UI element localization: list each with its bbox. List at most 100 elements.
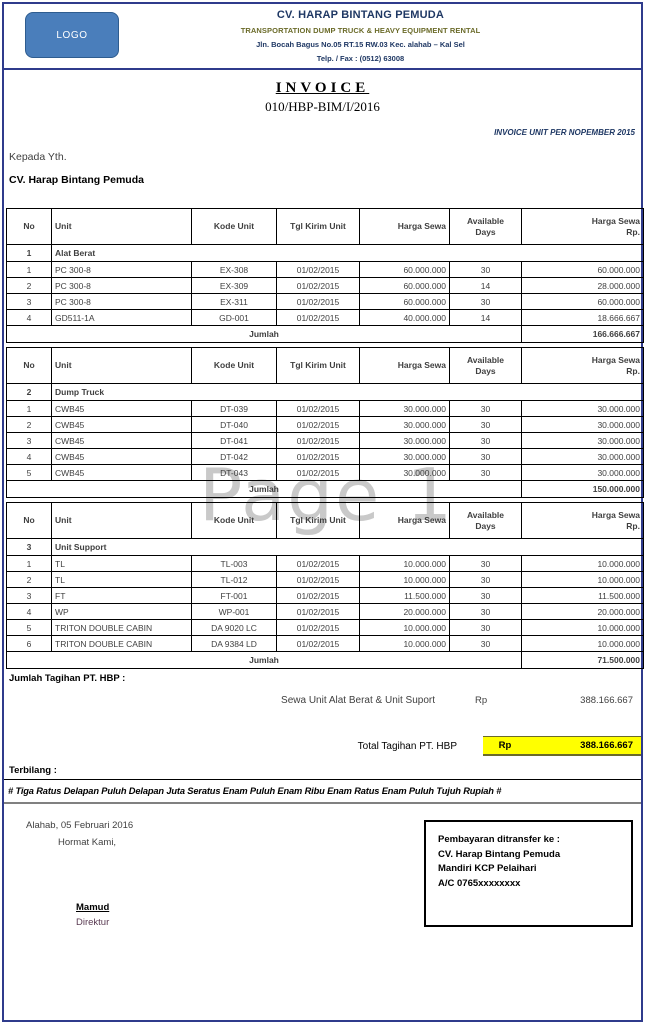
cell-no: 2 (6, 277, 52, 294)
cell-kode-unit: GD-001 (191, 309, 277, 326)
grand-total-label: Total Tagihan PT. HBP (357, 740, 457, 752)
invoice-period: INVOICE UNIT PER NOPEMBER 2015 (494, 128, 635, 137)
company-logo: LOGO (25, 12, 119, 58)
terbilang-text: # Tiga Ratus Delapan Puluh Delapan Juta … (4, 780, 641, 804)
cell-available-days: 30 (449, 464, 522, 481)
document-frame: Page 1 LOGO CV. HARAP BINTANG PEMUDA TRA… (2, 2, 644, 1022)
cell-harga-sewa-total: 30.000.000 (521, 416, 644, 433)
cell-harga-sewa: 60.000.000 (359, 293, 450, 310)
col-tgl-kirim: Tgl Kirim Unit (276, 208, 360, 245)
cell-harga-sewa: 30.000.000 (359, 416, 450, 433)
col-unit: Unit (51, 347, 192, 384)
payment-line-3: Mandiri KCP Pelaihari (438, 863, 537, 875)
cell-unit: CWB45 (51, 448, 192, 465)
cell-harga-sewa: 30.000.000 (359, 400, 450, 417)
section-number: 1 (6, 244, 52, 262)
cell-no: 4 (6, 448, 52, 465)
cell-kode-unit: EX-309 (191, 277, 277, 294)
cell-no: 4 (6, 309, 52, 326)
section-subtotal-row: Jumlah 166.666.667 (6, 325, 644, 343)
cell-unit: CWB45 (51, 432, 192, 449)
cell-harga-sewa: 10.000.000 (359, 635, 450, 652)
section-subtotal-row: Jumlah 71.500.000 (6, 651, 644, 669)
cell-kode-unit: DT-039 (191, 400, 277, 417)
cell-tgl-kirim: 01/02/2015 (276, 619, 360, 636)
cell-harga-sewa-total: 30.000.000 (521, 448, 644, 465)
table-row: 6 TRITON DOUBLE CABIN DA 9384 LD 01/02/2015… (6, 635, 644, 652)
col-harga-sewa: Harga Sewa (359, 208, 450, 245)
cell-no: 1 (6, 261, 52, 278)
invoice-number: 010/HBP-BIM/I/2016 (265, 99, 380, 114)
cell-available-days: 30 (449, 261, 522, 278)
signature-block: Alahab, 05 Februari 2016 Hormat Kami, Ma… (4, 820, 424, 928)
col-tgl-kirim: Tgl Kirim Unit (276, 347, 360, 384)
cell-harga-sewa-total: 20.000.000 (521, 603, 644, 620)
col-harga-sewa: Harga Sewa (359, 347, 450, 384)
table-row: 1 PC 300-8 EX-308 01/02/2015 60.000.000 30 60.… (6, 261, 644, 278)
cell-harga-sewa: 30.000.000 (359, 432, 450, 449)
col-harga-sewa-rp: Harga Sewa Rp. (521, 347, 644, 384)
company-address: Jln. Bocah Bagus No.05 RT.15 RW.03 Kec. … (256, 40, 465, 49)
signer-name: Mamud (76, 902, 110, 913)
cell-available-days: 30 (449, 555, 522, 572)
subtotal-amount: 388.166.667 (580, 695, 633, 706)
regards-text: Hormat Kami, (58, 837, 117, 848)
table-row: 4 WP WP-001 01/02/2015 20.000.000 30 20.000.00… (6, 603, 644, 620)
col-available-days: Available Days (449, 347, 522, 384)
col-harga-sewa-rp: Harga Sewa Rp. (521, 502, 644, 539)
cell-available-days: 30 (449, 432, 522, 449)
table-row: 3 CWB45 DT-041 01/02/2015 30.000.000 30 30.000… (6, 432, 644, 449)
cell-unit: PC 300-8 (51, 293, 192, 310)
cell-harga-sewa: 10.000.000 (359, 555, 450, 572)
cell-harga-sewa: 60.000.000 (359, 261, 450, 278)
cell-harga-sewa-total: 10.000.000 (521, 635, 644, 652)
section-table: 3 Unit Support No Unit Kode Unit Tgl Kirim Un… (6, 502, 644, 669)
payment-line-4: A/C 0765xxxxxxxx (438, 878, 521, 890)
table-row: 3 FT FT-001 01/02/2015 11.500.000 30 11.500.00… (6, 587, 644, 604)
cell-tgl-kirim: 01/02/2015 (276, 309, 360, 326)
cell-harga-sewa-total: 30.000.000 (521, 400, 644, 417)
cell-unit: TL (51, 555, 192, 572)
payment-line-1: Pembayaran ditransfer ke : (438, 834, 560, 845)
cell-available-days: 30 (449, 448, 522, 465)
cell-no: 3 (6, 293, 52, 310)
logo-cell: LOGO (4, 4, 140, 58)
cell-unit: TRITON DOUBLE CABIN (51, 619, 192, 636)
table-row: 5 TRITON DOUBLE CABIN DA 9020 LC 01/02/2015… (6, 619, 644, 636)
cell-harga-sewa: 10.000.000 (359, 571, 450, 588)
cell-kode-unit: DT-042 (191, 448, 277, 465)
table-row: 2 TL TL-012 01/02/2015 10.000.000 30 10.000.00… (6, 571, 644, 588)
cell-tgl-kirim: 01/02/2015 (276, 603, 360, 620)
cell-harga-sewa-total: 60.000.000 (521, 261, 644, 278)
cell-harga-sewa-total: 10.000.000 (521, 619, 644, 636)
cell-harga-sewa: 20.000.000 (359, 603, 450, 620)
company-business-line: TRANSPORTATION DUMP TRUCK & HEAVY EQUIPM… (240, 26, 481, 35)
cell-kode-unit: TL-003 (191, 555, 277, 572)
cell-unit: GD511-1A (51, 309, 192, 326)
jumlah-amount: 71.500.000 (521, 651, 644, 669)
section-title: Dump Truck (51, 383, 644, 401)
cell-tgl-kirim: 01/02/2015 (276, 448, 360, 465)
col-kode-unit: Kode Unit (191, 208, 277, 245)
cell-unit: TRITON DOUBLE CABIN (51, 635, 192, 652)
cell-tgl-kirim: 01/02/2015 (276, 261, 360, 278)
col-unit: Unit (51, 502, 192, 539)
document-header: LOGO CV. HARAP BINTANG PEMUDA TRANSPORTA… (4, 4, 641, 70)
cell-available-days: 30 (449, 587, 522, 604)
cell-tgl-kirim: 01/02/2015 (276, 432, 360, 449)
cell-available-days: 14 (449, 309, 522, 326)
cell-unit: PC 300-8 (51, 261, 192, 278)
jumlah-amount: 150.000.000 (521, 480, 644, 498)
place-and-date: Alahab, 05 Februari 2016 (26, 820, 134, 831)
cell-available-days: 30 (449, 293, 522, 310)
cell-no: 3 (6, 432, 52, 449)
cell-unit: FT (51, 587, 192, 604)
cell-available-days: 14 (449, 277, 522, 294)
jumlah-label: Jumlah (6, 325, 522, 343)
cell-harga-sewa: 60.000.000 (359, 277, 450, 294)
jumlah-label: Jumlah (6, 480, 522, 498)
cell-no: 2 (6, 416, 52, 433)
invoice-title-block: INVOICE 010/HBP-BIM/I/2016 (4, 70, 641, 115)
cell-available-days: 30 (449, 400, 522, 417)
grand-total-line: Total Tagihan PT. HBP Rp 388.166.667 (4, 736, 641, 756)
